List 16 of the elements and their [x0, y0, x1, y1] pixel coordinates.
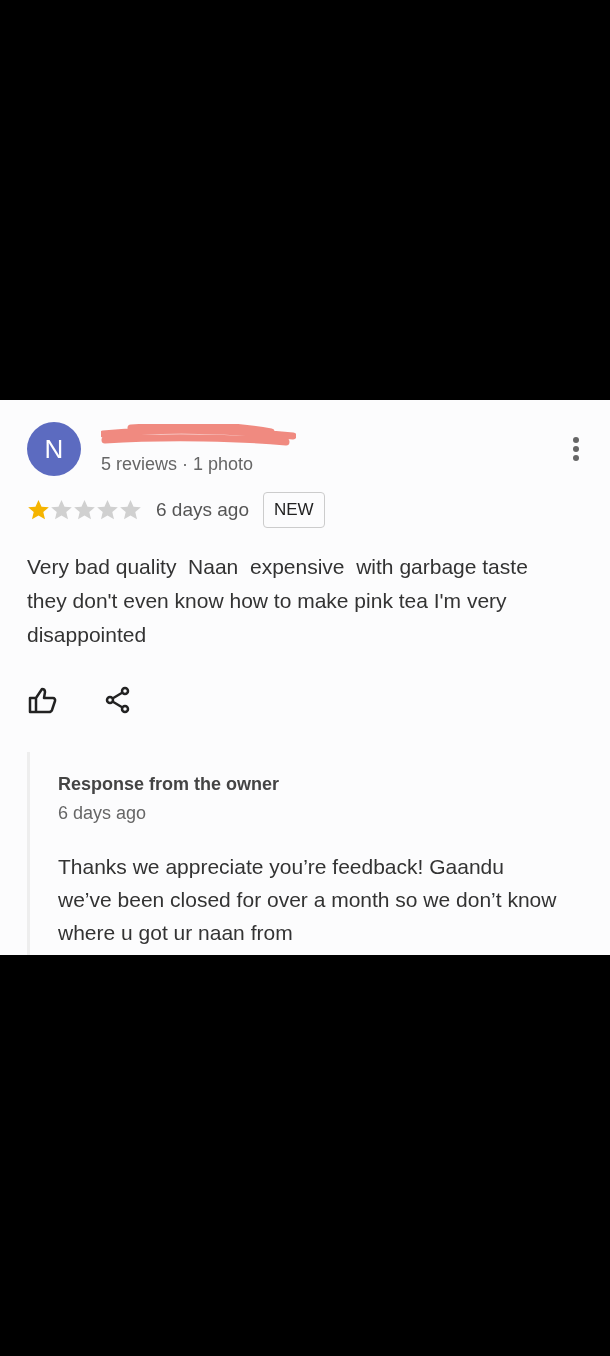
thumbs-up-icon[interactable] — [27, 686, 57, 714]
response-title: Response from the owner — [58, 774, 281, 795]
response-time: 6 days ago — [58, 803, 148, 824]
reviewer-stats: 5 reviews · 1 photo — [101, 453, 255, 475]
response-text: Thanks we appreciate you’re feedback! Gaandu we’ve been closed for over a month so we don’t know where u got ur naan from — [58, 854, 558, 946]
review-text: Very bad quality Naan expensive with garbage taste they don't even know how to make pink tea I'm very disappointed — [27, 554, 529, 648]
new-badge: NEW — [262, 492, 325, 528]
star-icon — [119, 499, 142, 521]
star-icon — [96, 499, 119, 521]
star-icon — [50, 499, 73, 521]
avatar[interactable]: N — [27, 422, 81, 476]
star-icon — [27, 499, 50, 521]
share-icon[interactable] — [105, 686, 131, 714]
more-options-icon[interactable] — [572, 436, 580, 462]
review-time: 6 days ago — [156, 499, 249, 521]
star-icon — [73, 499, 96, 521]
